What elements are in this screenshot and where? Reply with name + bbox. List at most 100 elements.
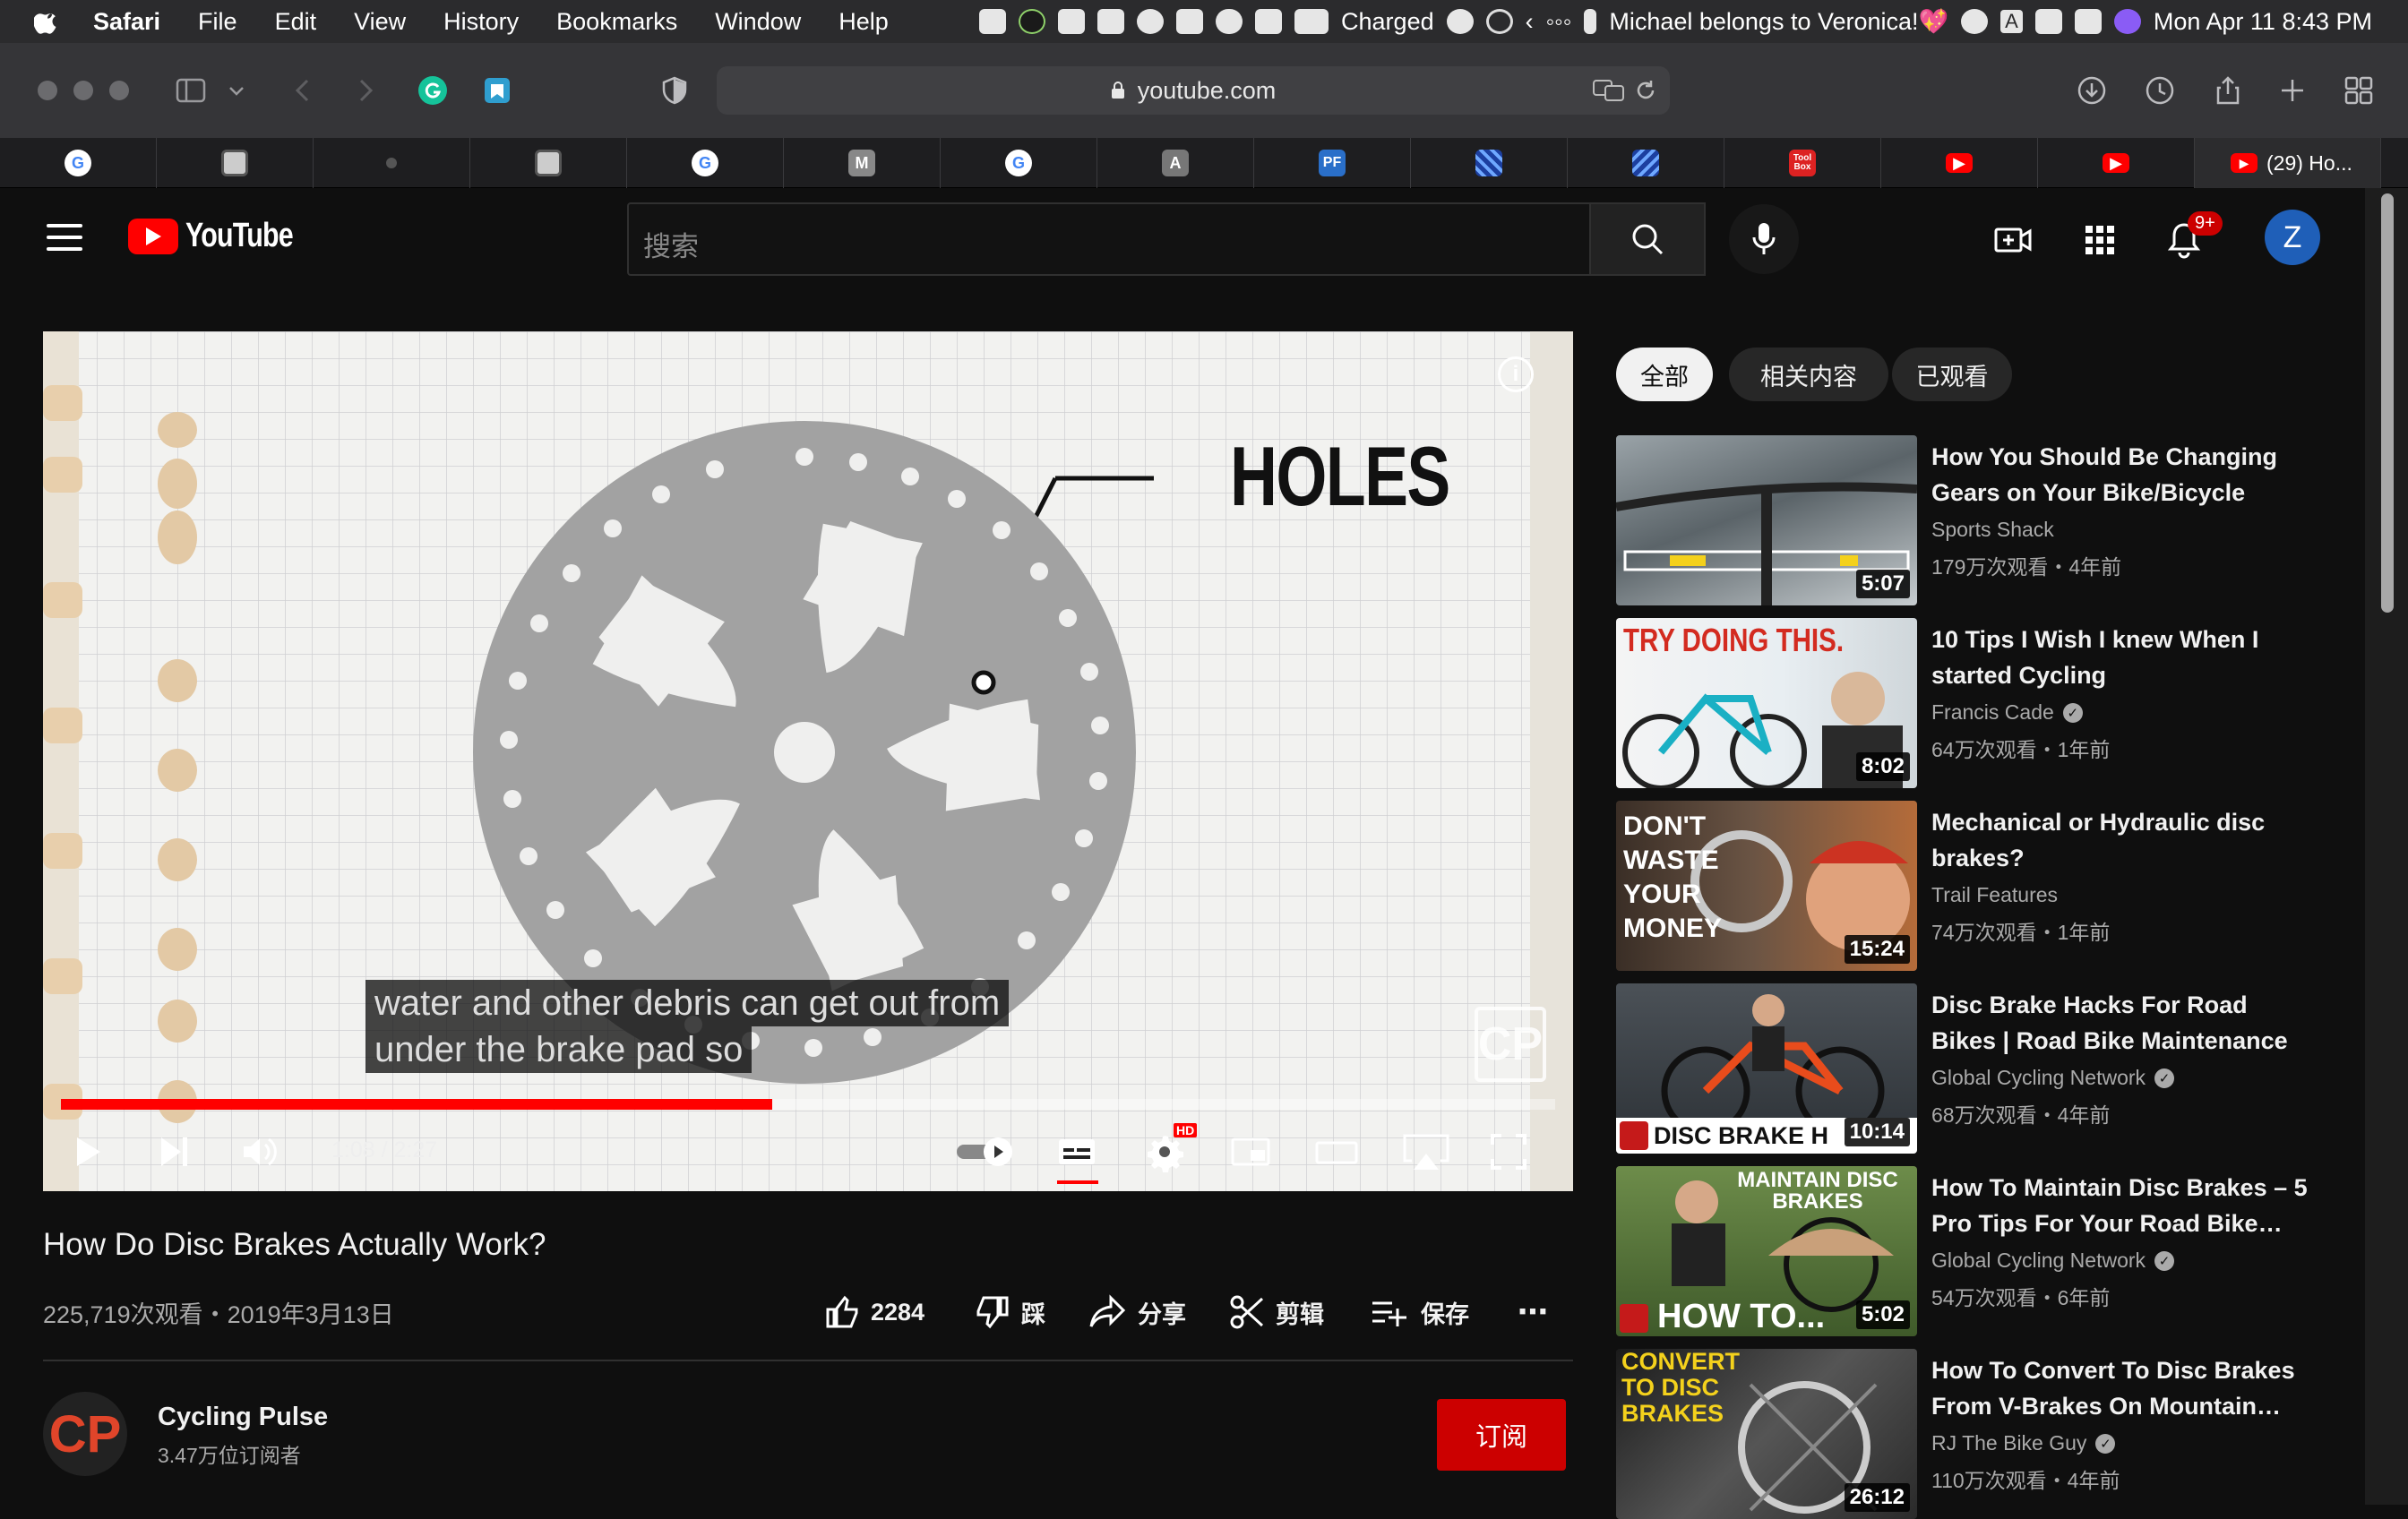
now-playing-text[interactable]: Michael belongs to Veronica!💖 [1609,7,1948,36]
menu-bookmarks[interactable]: Bookmarks [556,8,677,36]
sidebar-icon[interactable] [176,75,206,106]
pause-icon[interactable] [1584,9,1597,34]
account-avatar[interactable]: Z [2265,210,2320,265]
video-thumbnail[interactable]: DON'T WASTE YOUR MONEY 15:24 [1616,801,1917,971]
tab[interactable]: ▶ [2038,138,2195,188]
menu-file[interactable]: File [198,8,237,36]
user-icon[interactable] [1961,9,1989,34]
search-button[interactable] [1591,202,1706,276]
close-window-button[interactable] [38,81,57,100]
camera-icon[interactable] [1058,9,1086,34]
subtitles-icon[interactable] [1055,1130,1098,1173]
tab[interactable]: Tool Box [1724,138,1881,188]
next-video-icon[interactable] [152,1130,195,1173]
video-thumbnail[interactable]: MAINTAIN DISC BRAKES HOW TO... 5:02 [1616,1166,1917,1336]
tab[interactable]: M [784,138,941,188]
tab[interactable] [1411,138,1568,188]
menu-history[interactable]: History [443,8,519,36]
chip-all[interactable]: 全部 [1616,348,1713,401]
menu-window[interactable]: Window [715,8,801,36]
create-video-icon[interactable] [1994,220,2034,260]
recommendation-channel[interactable]: Sports Shack [1931,518,2054,542]
minimize-window-button[interactable] [73,81,93,100]
tab[interactable]: PF [1254,138,1411,188]
cloud-icon[interactable] [1216,9,1243,34]
share-button[interactable]: 分享 [1088,1290,1186,1334]
search-status-icon[interactable] [1137,9,1165,34]
share-icon[interactable] [2213,75,2243,106]
video-thumbnail[interactable]: DISC BRAKE H 10:14 [1616,983,1917,1154]
translate-icon[interactable] [1593,79,1625,102]
channel-watermark[interactable]: CP [1475,1007,1546,1082]
delta-icon[interactable] [1255,9,1283,34]
screen-icon[interactable] [1176,9,1204,34]
menu-help[interactable]: Help [838,8,889,36]
play-icon[interactable] [66,1130,109,1173]
airplay-icon[interactable] [1401,1130,1451,1173]
dislike-button[interactable]: 踩 [975,1290,1045,1334]
recommendation-channel[interactable]: Francis Cade ✓ [1931,700,2083,725]
wechat-icon[interactable] [1446,9,1474,34]
more-actions-icon[interactable]: ⋯ [1518,1290,1548,1334]
recommendation-item[interactable]: TRY DOING THIS. 8:02 10 Tips I Wish I kn… [1616,618,2351,788]
recommendation-channel[interactable]: Trail Features [1931,883,2058,907]
menu-view[interactable]: View [354,8,406,36]
tab-active[interactable]: ▶ (29) Ho... [2195,138,2381,188]
recommendation-title[interactable]: Disc Brake Hacks For Road Bikes | Road B… [1931,987,2308,1059]
recommendation-title[interactable]: How To Maintain Disc Brakes – 5 Pro Tips… [1931,1170,2308,1241]
grammarly-icon[interactable] [417,75,448,106]
back-icon[interactable] [288,75,319,106]
video-thumbnail[interactable]: TRY DOING THIS. 8:02 [1616,618,1917,788]
recommendation-item[interactable]: 5:07 How You Should Be Changing Gears on… [1616,435,2351,605]
tab[interactable]: ▶ [1881,138,2038,188]
tab[interactable]: G [627,138,784,188]
tab[interactable]: A [1097,138,1254,188]
siri-icon[interactable] [2113,9,2141,34]
menubar-datetime[interactable]: Mon Apr 11 8:43 PM [2154,8,2372,36]
downloads-icon[interactable] [2077,75,2107,106]
like-button[interactable]: 2284 [824,1290,924,1334]
forward-icon[interactable] [349,75,380,106]
tab[interactable] [470,138,627,188]
theater-mode-icon[interactable] [1315,1130,1358,1173]
video-progress-bar[interactable] [61,1099,1555,1110]
save-button[interactable]: 保存 [1371,1290,1469,1334]
recommendation-item[interactable]: DON'T WASTE YOUR MONEY 15:24 Mechanical … [1616,801,2351,971]
apple-menu-icon[interactable] [34,8,61,35]
chevron-down-icon[interactable] [226,75,247,106]
recommendation-title[interactable]: How You Should Be Changing Gears on Your… [1931,439,2308,511]
voice-search-button[interactable] [1729,204,1799,274]
volume-icon[interactable] [2034,9,2062,34]
recommendation-channel[interactable]: RJ The Bike Guy ✓ [1931,1431,2116,1455]
apps-grid-icon[interactable] [2080,220,2120,260]
menu-safari[interactable]: Safari [93,8,160,36]
tab-overview-icon[interactable] [2344,75,2374,106]
subscribe-button[interactable]: 订阅 [1437,1399,1566,1471]
scrollbar-thumb[interactable] [2381,193,2394,613]
privacy-shield-icon[interactable] [659,75,690,106]
fullscreen-icon[interactable] [1487,1130,1530,1173]
chip-watched[interactable]: 已观看 [1892,348,2012,401]
tab[interactable] [157,138,314,188]
battery-icon[interactable] [1294,9,1329,34]
tab[interactable] [1568,138,1724,188]
control-center-icon[interactable] [2074,9,2102,34]
reload-icon[interactable] [1634,79,1657,102]
recommendation-title[interactable]: How To Convert To Disc Brakes From V-Bra… [1931,1352,2308,1424]
prev-track-icon[interactable]: ‹ [1526,8,1534,36]
autoplay-toggle[interactable] [955,1130,1018,1173]
clip-button[interactable]: 剪辑 [1229,1290,1324,1334]
miniplayer-icon[interactable] [1229,1130,1272,1173]
clock-icon[interactable] [1485,9,1513,34]
history-clock-icon[interactable] [2145,75,2175,106]
tab[interactable] [314,138,470,188]
recommendation-title[interactable]: 10 Tips I Wish I knew When I started Cyc… [1931,622,2308,693]
status-app-icon[interactable] [1019,9,1046,34]
recommendation-item[interactable]: MAINTAIN DISC BRAKES HOW TO... 5:02 How … [1616,1166,2351,1336]
search-input[interactable]: 搜索 [627,202,1591,276]
chip-related[interactable]: 相关内容 [1729,348,1888,401]
channel-name[interactable]: Cycling Pulse [158,1403,328,1432]
channel-avatar[interactable]: CP [43,1392,127,1476]
recommendation-title[interactable]: Mechanical or Hydraulic disc brakes? [1931,804,2308,876]
video-player[interactable]: HOLES i water and other debris can get o… [43,331,1573,1191]
